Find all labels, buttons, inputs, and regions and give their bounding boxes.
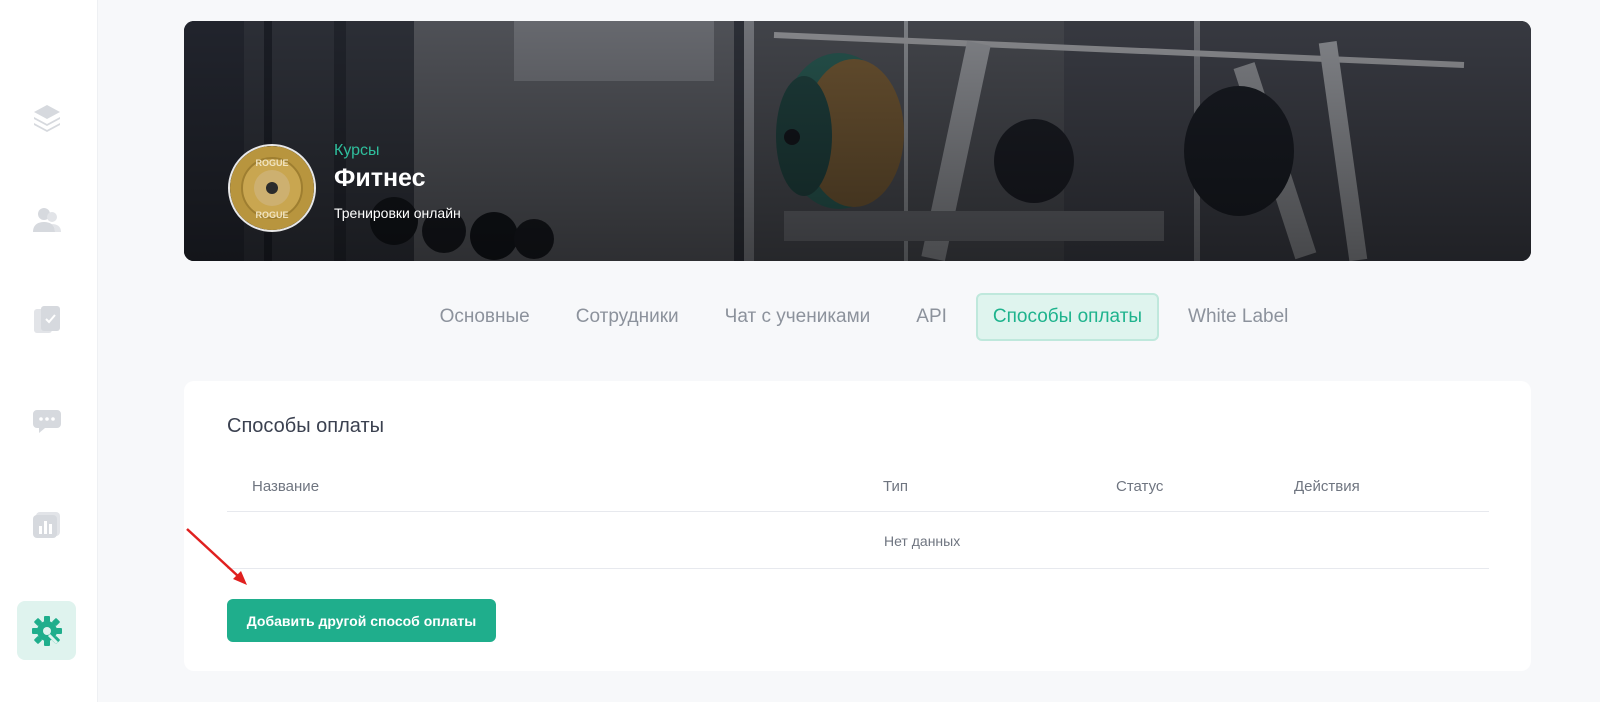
chat-icon (31, 406, 63, 438)
course-banner: ROGUE ROGUE Курсы Фитнес Тренировки онла… (184, 21, 1531, 261)
table-divider (227, 511, 1489, 512)
column-header-type: Тип (883, 478, 909, 495)
course-avatar: ROGUE ROGUE (228, 144, 316, 232)
svg-text:ROGUE: ROGUE (255, 158, 288, 168)
layers-icon (31, 102, 63, 134)
column-header-name: Название (252, 478, 320, 495)
empty-state-text: Нет данных (884, 533, 961, 549)
tab-white-label[interactable]: White Label (1171, 293, 1305, 341)
stats-icon (31, 508, 63, 540)
table-divider (227, 568, 1489, 569)
tab-api[interactable]: API (899, 293, 964, 341)
banner-category[interactable]: Курсы (334, 142, 461, 160)
tab-staff[interactable]: Сотрудники (559, 293, 696, 341)
annotation-arrow-icon (186, 528, 247, 585)
course-title: Фитнес (334, 164, 426, 192)
course-subtitle: Тренировки онлайн (334, 205, 461, 221)
tab-payment-methods[interactable]: Способы оплаты (975, 293, 1160, 341)
banner-text: Курсы Фитнес Тренировки онлайн (334, 142, 461, 221)
sidebar-item-settings[interactable] (17, 601, 76, 660)
tab-basic[interactable]: Основные (423, 293, 547, 341)
svg-text:ROGUE: ROGUE (255, 210, 288, 220)
sidebar-item-stats[interactable] (17, 494, 76, 553)
add-payment-method-button[interactable]: Добавить другой способ оплаты (227, 599, 496, 642)
settings-icon (30, 614, 64, 648)
payment-methods-card: Способы оплаты Название Тип Статус Дейст… (184, 381, 1531, 671)
settings-tabs: Основные Сотрудники Чат с учениками API … (0, 293, 1600, 341)
column-header-status: Статус (1116, 478, 1164, 495)
users-icon (31, 204, 63, 236)
column-header-actions: Действия (1294, 478, 1360, 495)
card-title: Способы оплаты (227, 415, 384, 437)
sidebar-item-chat[interactable] (17, 392, 76, 451)
tab-student-chat[interactable]: Чат с учениками (708, 293, 888, 341)
sidebar-item-courses[interactable] (17, 88, 76, 147)
sidebar-item-users[interactable] (17, 190, 76, 249)
sidebar (0, 0, 98, 702)
